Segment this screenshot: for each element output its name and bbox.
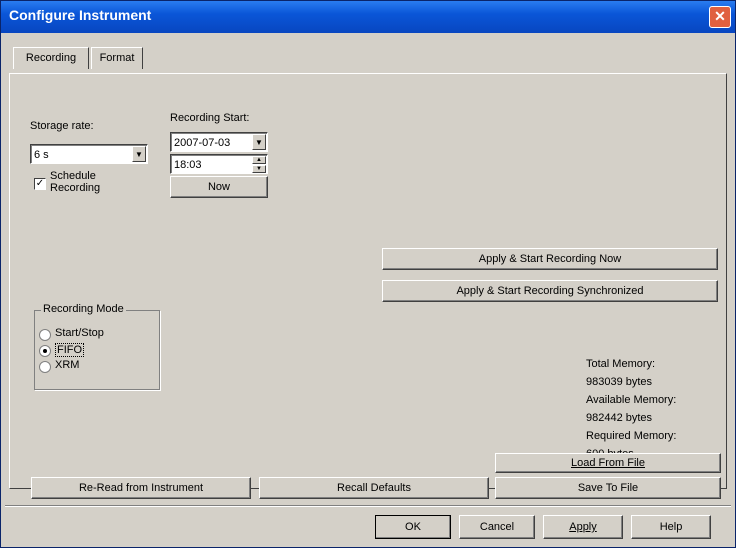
available-memory-value: 982442 bytes: [586, 412, 653, 424]
spin-up-icon[interactable]: ▲: [252, 156, 266, 164]
recording-mode-group: Recording Mode Start/Stop FIFO XRM: [34, 303, 160, 390]
dialog-client: Recording Format Storage rate: 6 s ▼ ✓ S…: [5, 35, 731, 545]
radio-fifo[interactable]: [39, 345, 51, 357]
close-button[interactable]: ✕: [709, 6, 731, 28]
recall-defaults-label: Recall Defaults: [337, 482, 411, 494]
spin-down-icon[interactable]: ▼: [252, 165, 266, 173]
tab-recording[interactable]: Recording: [13, 47, 89, 69]
apply-start-now-button[interactable]: Apply & Start Recording Now: [382, 248, 718, 270]
help-label: Help: [659, 521, 683, 533]
cancel-button[interactable]: Cancel: [459, 515, 535, 539]
save-to-file-button[interactable]: Save To File: [495, 477, 721, 499]
recording-start-time-value: 18:03: [174, 159, 202, 171]
recall-defaults-button[interactable]: Recall Defaults: [259, 477, 489, 499]
ok-button[interactable]: OK: [375, 515, 451, 539]
recording-start-label: Recording Start:: [170, 112, 250, 124]
save-to-file-label: Save To File: [577, 482, 639, 494]
load-from-file-label: Load From File: [571, 457, 645, 469]
radio-start-stop-label: Start/Stop: [55, 327, 104, 339]
total-memory-value: 983039 bytes: [586, 376, 653, 388]
apply-label: Apply: [569, 521, 597, 533]
radio-xrm-label: XRM: [55, 359, 80, 371]
recording-start-time[interactable]: 18:03 ▲ ▼: [170, 154, 268, 174]
now-button[interactable]: Now: [170, 176, 268, 198]
required-memory-label: Required Memory:: [586, 430, 677, 442]
tab-format[interactable]: Format: [91, 47, 143, 69]
cancel-label: Cancel: [479, 521, 515, 533]
recording-panel: Storage rate: 6 s ▼ ✓ Schedule Recording …: [9, 73, 727, 489]
schedule-recording-label: Schedule Recording: [50, 170, 101, 194]
radio-xrm[interactable]: [39, 361, 51, 373]
recording-start-date-value: 2007-07-03: [174, 137, 231, 149]
recording-start-date[interactable]: 2007-07-03 ▼: [170, 132, 268, 152]
radio-fifo-label: FIFO: [55, 343, 85, 357]
recording-mode-title: Recording Mode: [41, 303, 126, 315]
radio-start-stop[interactable]: [39, 329, 51, 341]
reread-from-instrument-button[interactable]: Re-Read from Instrument: [31, 477, 251, 499]
close-icon: ✕: [714, 8, 726, 24]
help-button[interactable]: Help: [631, 515, 711, 539]
apply-start-now-label: Apply & Start Recording Now: [478, 253, 622, 265]
storage-rate-value: 6 s: [34, 149, 49, 161]
chevron-down-icon[interactable]: ▼: [132, 146, 146, 162]
title-bar[interactable]: Configure Instrument ✕: [1, 1, 735, 33]
radio-selected-dot: [43, 349, 47, 353]
storage-rate-label: Storage rate:: [30, 120, 94, 132]
separator: [5, 505, 731, 507]
apply-start-synchronized-label: Apply & Start Recording Synchronized: [456, 285, 644, 297]
ok-label: OK: [405, 521, 421, 533]
configure-instrument-window: Configure Instrument ✕ Recording Format …: [0, 0, 736, 548]
now-button-label: Now: [207, 181, 230, 193]
apply-button[interactable]: Apply: [543, 515, 623, 539]
tab-format-label: Format: [99, 52, 135, 64]
schedule-recording-checkbox[interactable]: ✓: [34, 178, 46, 190]
storage-rate-select[interactable]: 6 s ▼: [30, 144, 148, 164]
total-memory-label: Total Memory:: [586, 358, 656, 370]
apply-start-synchronized-button[interactable]: Apply & Start Recording Synchronized: [382, 280, 718, 302]
tab-recording-label: Recording: [25, 52, 77, 64]
reread-label: Re-Read from Instrument: [78, 482, 204, 494]
chevron-down-icon[interactable]: ▼: [252, 134, 266, 150]
window-title: Configure Instrument: [9, 7, 152, 23]
load-from-file-button[interactable]: Load From File: [495, 453, 721, 473]
available-memory-label: Available Memory:: [586, 394, 677, 406]
